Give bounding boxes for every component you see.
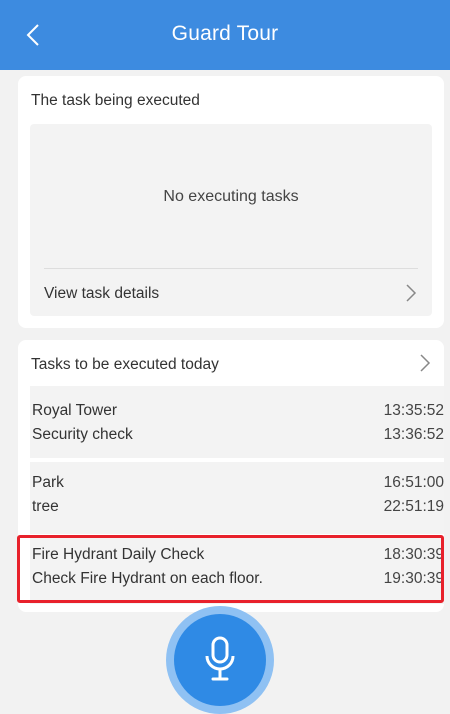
- today-tasks-title: Tasks to be executed today: [31, 356, 219, 373]
- task-row[interactable]: Park 16:51:00: [32, 474, 444, 498]
- task-row[interactable]: tree 22:51:19: [32, 498, 444, 522]
- task-name: Royal Tower: [32, 402, 118, 419]
- task-group[interactable]: Royal Tower 13:35:52 Security check 13:3…: [30, 386, 444, 458]
- microphone-icon: [205, 636, 235, 681]
- voice-button-inner: [174, 614, 266, 706]
- executing-task-panel: No executing tasks View task details: [30, 124, 432, 316]
- task-time: 16:51:00: [383, 474, 444, 491]
- task-name: tree: [32, 498, 59, 515]
- chevron-right-icon: [418, 353, 432, 373]
- task-name: Park: [32, 474, 64, 491]
- empty-state-text: No executing tasks: [163, 188, 299, 205]
- task-name: Security check: [32, 426, 133, 443]
- executing-task-title: The task being executed: [31, 92, 200, 109]
- task-group[interactable]: Park 16:51:00 tree 22:51:19: [30, 462, 444, 534]
- task-time: 13:35:52: [383, 402, 444, 419]
- page-title: Guard Tour: [171, 22, 279, 45]
- app-header: Guard Tour: [0, 0, 450, 70]
- voice-button[interactable]: [166, 606, 274, 714]
- executing-task-card: The task being executed No executing tas…: [18, 76, 444, 328]
- task-row[interactable]: Royal Tower 13:35:52: [32, 402, 444, 426]
- chevron-right-icon: [404, 283, 418, 303]
- view-task-details-button[interactable]: View task details: [44, 269, 418, 316]
- task-row[interactable]: Security check 13:36:52: [32, 426, 444, 450]
- today-tasks-header[interactable]: Tasks to be executed today: [18, 340, 444, 386]
- highlight-box: [17, 535, 444, 603]
- view-task-details-label: View task details: [44, 285, 160, 302]
- task-time: 22:51:19: [383, 498, 444, 515]
- task-time: 13:36:52: [383, 426, 444, 443]
